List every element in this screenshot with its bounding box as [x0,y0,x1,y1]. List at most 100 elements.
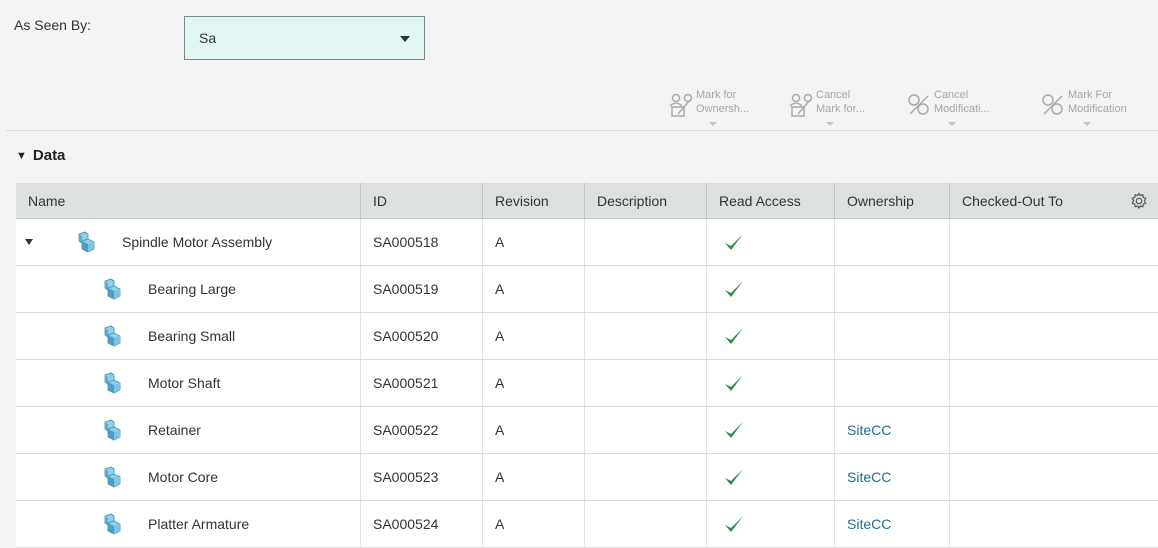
part-name: Spindle Motor Assembly [122,234,273,250]
revision-cell: A [483,266,585,312]
check-icon [725,281,743,297]
name-cell: Motor Shaft [16,360,361,406]
toolbar-label: Mark for... [816,103,865,115]
check-icon [725,422,743,438]
part-name: Motor Core [148,469,219,485]
id-cell: SA000520 [361,313,483,359]
revision-cell: A [483,360,585,406]
part-name: Retainer [148,422,201,438]
description-cell [585,407,707,453]
description-cell [585,266,707,312]
mark-modification-icon [1042,94,1063,115]
table-row[interactable]: Bearing Large SA000519 A [16,266,1158,313]
column-header-checked-out-to-label: Checked-Out To [962,193,1063,209]
description-cell [585,501,707,547]
part-name: Bearing Small [148,328,236,344]
table-row[interactable]: Spindle Motor Assembly SA000518 A [16,219,1158,266]
gear-icon[interactable] [1130,192,1148,210]
part-icon [104,419,121,441]
table-row[interactable]: Motor Core SA000523 A SiteCC [16,454,1158,501]
check-icon [725,469,743,485]
toolbar-label: Ownersh... [696,103,750,115]
id-cell: SA000523 [361,454,483,500]
cancel-mark-icon [789,93,813,117]
cancel-mark-for-button[interactable]: Cancel Mark for... [788,88,865,126]
part-name: Bearing Large [148,281,236,297]
id-cell: SA000521 [361,360,483,406]
description-cell [585,360,707,406]
revision-cell: A [483,454,585,500]
part-name: Motor Shaft [148,375,221,391]
as-seen-by-value: Sa [199,30,217,46]
toolbar-divider [6,130,1158,131]
chevron-down-icon [400,36,410,42]
check-icon [725,328,743,344]
table-row[interactable]: Motor Shaft SA000521 A [16,360,1158,407]
toolbar-label: Cancel [934,89,969,101]
toolbar-label: Cancel [816,89,851,101]
toolbar-label: Mark For [1068,89,1112,101]
checked-out-to-cell [950,219,1158,265]
read-access-cell [707,407,835,453]
ownership-link[interactable]: SiteCC [847,422,891,438]
check-icon [725,516,743,532]
column-header-ownership[interactable]: Ownership [835,183,950,219]
column-header-checked-out-to[interactable]: Checked-Out To [950,183,1158,219]
part-icon [104,372,121,394]
mark-ownership-icon [669,93,693,117]
read-access-cell [707,266,835,312]
cancel-modification-button[interactable]: Cancel Modificati... [906,88,990,126]
revision-cell: A [483,407,585,453]
table-row[interactable]: Bearing Small SA000520 A [16,313,1158,360]
revision-cell: A [483,219,585,265]
column-header-name[interactable]: Name [16,183,361,219]
table-header: Name ID Revision Description Read Access… [16,183,1158,219]
part-icon [104,466,121,488]
collapse-triangle-icon: ▼ [16,149,27,162]
column-header-id[interactable]: ID [361,183,483,219]
data-section-header[interactable]: ▼ Data [16,147,65,164]
id-cell: SA000518 [361,219,483,265]
column-header-revision[interactable]: Revision [483,183,585,219]
chevron-down-icon [1083,122,1092,126]
description-cell [585,219,707,265]
cancel-modification-icon [908,94,929,115]
part-icon [104,278,121,300]
checked-out-to-cell [950,501,1158,547]
name-cell: Platter Armature [16,501,361,547]
read-access-cell [707,501,835,547]
check-icon [725,234,743,250]
name-cell: Bearing Large [16,266,361,312]
ownership-link[interactable]: SiteCC [847,516,891,532]
ownership-cell: SiteCC [835,501,950,547]
read-access-cell [707,219,835,265]
table-row[interactable]: Platter Armature SA000524 A SiteCC [16,501,1158,548]
id-cell: SA000522 [361,407,483,453]
chevron-down-icon [708,122,717,126]
name-cell: Bearing Small [16,313,361,359]
part-name: Platter Armature [148,516,250,532]
revision-cell: A [483,501,585,547]
check-icon [725,375,743,391]
expand-caret-icon[interactable] [25,239,33,245]
id-cell: SA000524 [361,501,483,547]
revision-cell: A [483,313,585,359]
table-row[interactable]: Retainer SA000522 A SiteCC [16,407,1158,454]
description-cell [585,313,707,359]
mark-for-ownership-button[interactable]: Mark for Ownersh... [668,88,750,126]
column-header-read-access[interactable]: Read Access [707,183,835,219]
column-header-description[interactable]: Description [585,183,707,219]
name-cell: Motor Core [16,454,361,500]
part-icon [104,513,121,535]
read-access-cell [707,454,835,500]
ownership-link[interactable]: SiteCC [847,469,891,485]
as-seen-by-select[interactable]: Sa [184,16,425,60]
mark-for-modification-button[interactable]: Mark For Modification [1040,88,1127,126]
checked-out-to-cell [950,266,1158,312]
checked-out-to-cell [950,407,1158,453]
ownership-cell [835,219,950,265]
checked-out-to-cell [950,360,1158,406]
description-cell [585,454,707,500]
ownership-cell: SiteCC [835,407,950,453]
chevron-down-icon [947,122,956,126]
